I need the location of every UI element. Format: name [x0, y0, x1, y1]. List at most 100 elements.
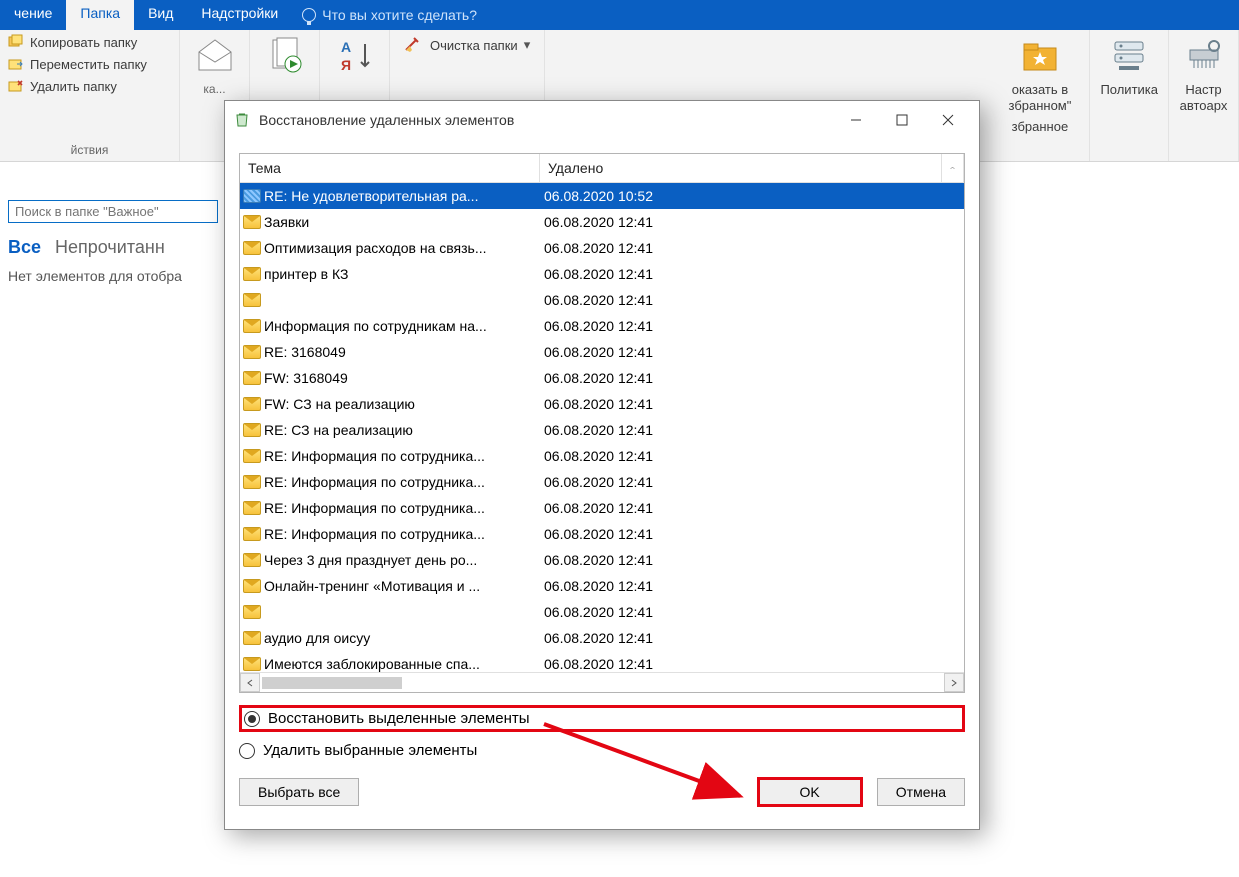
- autoarchive-line1: Настр: [1180, 82, 1228, 98]
- row-deleted-date: 06.08.2020 12:41: [540, 240, 964, 256]
- tellme-box[interactable]: [302, 0, 582, 30]
- autoarchive-line2: автоарх: [1180, 98, 1228, 114]
- mail-icon: [240, 475, 264, 489]
- list-item[interactable]: RE: Информация по сотрудника...06.08.202…: [240, 443, 964, 469]
- tab-prev[interactable]: чение: [0, 0, 66, 30]
- list-item[interactable]: RE: СЗ на реализацию06.08.2020 12:41: [240, 417, 964, 443]
- filter-all[interactable]: Все: [8, 237, 41, 258]
- list-item[interactable]: RE: 316804906.08.2020 12:41: [240, 339, 964, 365]
- restore-selected-radio[interactable]: Восстановить выделенные элементы: [244, 710, 530, 727]
- maximize-button[interactable]: [879, 105, 925, 135]
- ribbon-tabs: чение Папка Вид Надстройки: [0, 0, 1239, 30]
- row-deleted-date: 06.08.2020 12:41: [540, 630, 964, 646]
- dialog-titlebar: Восстановление удаленных элементов: [225, 101, 979, 139]
- no-items-text: Нет элементов для отобра: [8, 268, 222, 284]
- list-item[interactable]: аудио для оисуу06.08.2020 12:41: [240, 625, 964, 651]
- tellme-input[interactable]: [322, 7, 582, 23]
- row-deleted-date: 06.08.2020 12:41: [540, 500, 964, 516]
- list-item[interactable]: RE: Не удовлетворительная ра...06.08.202…: [240, 183, 964, 209]
- search-input[interactable]: [8, 200, 218, 223]
- row-deleted-date: 06.08.2020 12:41: [540, 318, 964, 334]
- horizontal-scrollbar[interactable]: [240, 672, 964, 692]
- list-item[interactable]: Заявки06.08.2020 12:41: [240, 209, 964, 235]
- dialog-title: Восстановление удаленных элементов: [259, 112, 514, 128]
- mail-icon: [240, 527, 264, 541]
- row-deleted-date: 06.08.2020 12:41: [540, 474, 964, 490]
- scroll-thumb[interactable]: [262, 677, 402, 689]
- row-deleted-date: 06.08.2020 12:41: [540, 578, 964, 594]
- list-item[interactable]: RE: Информация по сотрудника...06.08.202…: [240, 521, 964, 547]
- select-all-button[interactable]: Выбрать все: [239, 778, 359, 806]
- list-header: Тема Удалено: [240, 154, 964, 183]
- minimize-button[interactable]: [833, 105, 879, 135]
- col-deleted-header[interactable]: Удалено: [540, 154, 942, 182]
- scroll-right-button[interactable]: [944, 673, 964, 692]
- copy-folder-icon: [8, 34, 24, 50]
- delete-folder-icon: [8, 78, 24, 94]
- policy-button[interactable]: Политика: [1090, 30, 1169, 161]
- mail-icon: [240, 267, 264, 281]
- purge-selected-radio[interactable]: Удалить выбранные элементы: [239, 742, 965, 759]
- ok-button[interactable]: OK: [757, 777, 863, 807]
- recycle-icon: [233, 111, 251, 129]
- list-item[interactable]: Имеются заблокированные спа...06.08.2020…: [240, 651, 964, 672]
- svg-text:Я: Я: [341, 57, 351, 73]
- list-item[interactable]: Оптимизация расходов на связь...06.08.20…: [240, 235, 964, 261]
- radio-checked-icon: [244, 711, 260, 727]
- mail-icon: [240, 657, 264, 671]
- row-subject: FW: 3168049: [264, 370, 540, 386]
- mail-icon: [240, 371, 264, 385]
- row-subject: аудио для оисуу: [264, 630, 540, 646]
- mail-icon: [240, 241, 264, 255]
- mail-icon: [240, 631, 264, 645]
- mail-icon: [240, 319, 264, 333]
- row-deleted-date: 06.08.2020 12:41: [540, 422, 964, 438]
- scroll-left-button[interactable]: [240, 673, 260, 692]
- close-button[interactable]: [925, 105, 971, 135]
- list-item[interactable]: принтер в КЗ06.08.2020 12:41: [240, 261, 964, 287]
- list-item[interactable]: Через 3 дня празднует день ро...06.08.20…: [240, 547, 964, 573]
- row-subject: RE: 3168049: [264, 344, 540, 360]
- list-item[interactable]: RE: Информация по сотрудника...06.08.202…: [240, 469, 964, 495]
- cleanup-folder-label: Очистка папки: [430, 38, 518, 53]
- delete-folder-button[interactable]: Удалить папку: [8, 78, 171, 94]
- restore-selected-highlight: Восстановить выделенные элементы: [239, 705, 965, 732]
- tab-addins[interactable]: Надстройки: [187, 0, 292, 30]
- list-item[interactable]: 06.08.2020 12:41: [240, 599, 964, 625]
- document-play-icon: [265, 36, 305, 76]
- row-deleted-date: 06.08.2020 12:41: [540, 396, 964, 412]
- row-subject: RE: Информация по сотрудника...: [264, 500, 540, 516]
- row-deleted-date: 06.08.2020 12:41: [540, 526, 964, 542]
- mail-icon: [240, 605, 264, 619]
- dropdown-caret-icon: ▾: [524, 37, 531, 53]
- filter-unread[interactable]: Непрочитанн: [55, 237, 165, 258]
- mail-icon: [240, 579, 264, 593]
- row-deleted-date: 06.08.2020 12:41: [540, 656, 964, 672]
- tab-view[interactable]: Вид: [134, 0, 187, 30]
- row-deleted-date: 06.08.2020 12:41: [540, 292, 964, 308]
- move-folder-button[interactable]: Переместить папку: [8, 56, 171, 72]
- col-subject-header[interactable]: Тема: [240, 154, 540, 182]
- server-rules-icon: [1109, 36, 1149, 76]
- list-item[interactable]: FW: СЗ на реализацию06.08.2020 12:41: [240, 391, 964, 417]
- list-item[interactable]: FW: 316804906.08.2020 12:41: [240, 365, 964, 391]
- mail-icon: [240, 215, 264, 229]
- radio-unchecked-icon: [239, 743, 255, 759]
- tab-folder[interactable]: Папка: [66, 0, 134, 30]
- scroll-up-button[interactable]: [942, 154, 964, 182]
- deleted-items-list: Тема Удалено RE: Не удовлетворительная р…: [239, 153, 965, 693]
- list-item[interactable]: RE: Информация по сотрудника...06.08.202…: [240, 495, 964, 521]
- autoarchive-button[interactable]: Настр автоарх: [1169, 30, 1239, 161]
- copy-folder-button[interactable]: Копировать папку: [8, 34, 171, 50]
- row-subject: Через 3 дня празднует день ро...: [264, 552, 540, 568]
- list-item[interactable]: Информация по сотрудникам на...06.08.202…: [240, 313, 964, 339]
- mail-icon: [240, 423, 264, 437]
- list-item[interactable]: Онлайн-тренинг «Мотивация и ...06.08.202…: [240, 573, 964, 599]
- mail-icon: [240, 397, 264, 411]
- row-deleted-date: 06.08.2020 12:41: [540, 266, 964, 282]
- cleanup-folder-button[interactable]: Очистка папки ▾: [404, 36, 530, 54]
- show-in-favorites-button[interactable]: оказать в збранном" збранное: [990, 30, 1090, 161]
- cancel-button[interactable]: Отмена: [877, 778, 965, 806]
- list-item[interactable]: 06.08.2020 12:41: [240, 287, 964, 313]
- row-deleted-date: 06.08.2020 12:41: [540, 370, 964, 386]
